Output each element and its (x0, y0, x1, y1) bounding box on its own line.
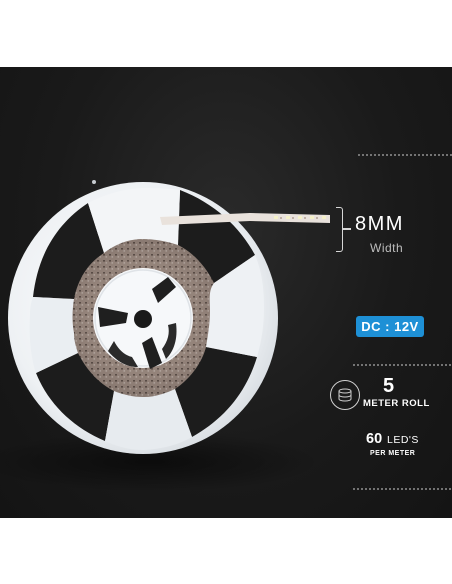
divider-dots (352, 488, 452, 490)
leds-per-meter-label: PER METER (370, 450, 416, 457)
leds-per-meter-value: 60 (366, 431, 383, 447)
product-image-stage: 8MM Width DC : 12V 5 METER ROLL 60 LED'S… (0, 67, 452, 518)
roll-length-value: 5 (383, 375, 395, 397)
roll-length-label: METER ROLL (363, 398, 430, 409)
divider-dots (352, 364, 452, 366)
width-label: Width (370, 241, 404, 255)
voltage-badge: DC : 12V (356, 316, 424, 337)
width-value: 8MM (355, 213, 404, 235)
divider-dots (357, 154, 452, 156)
width-bracket (336, 207, 351, 252)
led-roll-icon (330, 380, 360, 410)
leds-unit: LED'S (387, 434, 419, 446)
